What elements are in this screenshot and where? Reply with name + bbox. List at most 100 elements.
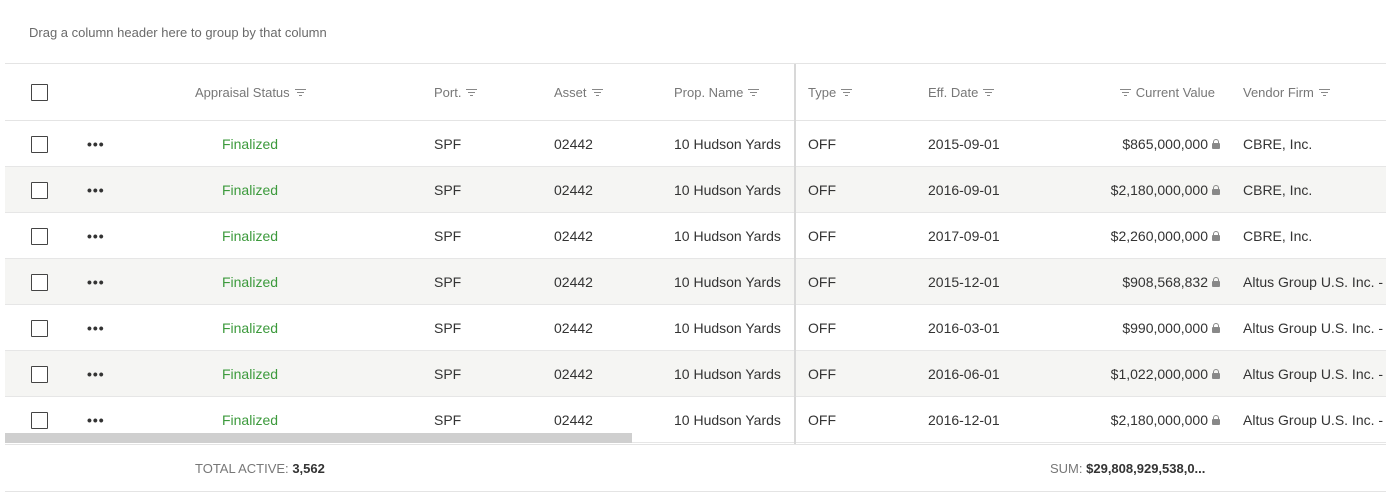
cell-asset: 02442	[554, 274, 593, 290]
lock-icon	[1212, 323, 1220, 333]
more-actions-icon[interactable]: •••	[87, 320, 105, 336]
row-select-cell	[31, 121, 48, 167]
pinned-column-divider[interactable]	[794, 64, 796, 444]
more-actions-icon[interactable]: •••	[87, 366, 105, 382]
header-label: Port.	[434, 85, 462, 100]
cell-current-value: $908,568,832	[1025, 259, 1220, 305]
more-actions-icon[interactable]: •••	[87, 136, 105, 152]
grid-header: Appraisal Status Port. Asset Prop. Name …	[5, 64, 1386, 121]
cell-appraisal-status: Finalized	[221, 228, 279, 244]
row-checkbox[interactable]	[31, 319, 48, 337]
header-prop-name[interactable]: Prop. Name	[674, 64, 760, 121]
header-asset[interactable]: Asset	[554, 64, 603, 121]
cell-appraisal-status: Finalized	[221, 366, 279, 382]
cell-eff-date: 2016-03-01	[928, 320, 1000, 336]
filter-icon[interactable]	[466, 88, 478, 97]
cell-prop-name: 10 Hudson Yards	[674, 228, 781, 244]
current-value-text: $990,000,000	[1122, 320, 1208, 336]
current-value-text: $2,260,000,000	[1110, 228, 1208, 244]
horizontal-scrollbar[interactable]	[5, 433, 632, 443]
header-port[interactable]: Port.	[434, 64, 478, 121]
row-actions-cell: •••	[87, 305, 105, 351]
more-actions-icon[interactable]: •••	[87, 274, 105, 290]
header-label: Prop. Name	[674, 85, 744, 100]
header-appraisal-status[interactable]: Appraisal Status	[195, 64, 306, 121]
more-actions-icon[interactable]: •••	[87, 182, 105, 198]
current-value-text: $2,180,000,000	[1110, 412, 1208, 428]
cell-port: SPF	[434, 182, 462, 198]
cell-port: SPF	[434, 274, 462, 290]
header-label: Type	[808, 85, 837, 100]
cell-type: OFF	[808, 136, 836, 152]
table-row[interactable]: ••• Finalized SPF 02442 10 Hudson Yards OFF 20…	[5, 167, 1386, 213]
header-type[interactable]: Type	[808, 64, 853, 121]
cell-port: SPF	[434, 320, 462, 336]
filter-icon[interactable]	[1318, 88, 1330, 97]
sum-value: $29,808,929,538,0...	[1086, 461, 1206, 476]
header-label: Appraisal Status	[195, 85, 290, 100]
sum-current-value: SUM: $29,808,929,538,0...	[1050, 461, 1205, 476]
cell-prop-name: 10 Hudson Yards	[674, 274, 781, 290]
more-actions-icon[interactable]: •••	[87, 228, 105, 244]
header-eff-date[interactable]: Eff. Date	[928, 64, 995, 121]
row-checkbox[interactable]	[31, 411, 48, 429]
cell-eff-date: 2015-12-01	[928, 274, 1000, 290]
cell-appraisal-status: Finalized	[221, 274, 279, 290]
table-row[interactable]: ••• Finalized SPF 02442 10 Hudson Yards OFF 20…	[5, 213, 1386, 259]
cell-type: OFF	[808, 366, 836, 382]
group-by-panel[interactable]: Drag a column header here to group by th…	[5, 0, 1386, 64]
row-checkbox[interactable]	[31, 273, 48, 291]
row-select-cell	[31, 259, 48, 305]
row-checkbox[interactable]	[31, 181, 48, 199]
table-row[interactable]: ••• Finalized SPF 02442 10 Hudson Yards OFF 20…	[5, 351, 1386, 397]
header-current-value[interactable]: Current Value	[1025, 64, 1215, 121]
cell-eff-date: 2016-12-01	[928, 412, 1000, 428]
current-value-text: $2,180,000,000	[1110, 182, 1208, 198]
header-vendor-firm[interactable]: Vendor Firm	[1243, 64, 1330, 121]
cell-asset: 02442	[554, 320, 593, 336]
cell-vendor-firm: Altus Group U.S. Inc. - N	[1243, 366, 1386, 382]
cell-appraisal-status: Finalized	[221, 182, 279, 198]
header-label: Asset	[554, 85, 587, 100]
cell-appraisal-status: Finalized	[221, 136, 279, 152]
lock-icon	[1212, 415, 1220, 425]
total-active-value: 3,562	[292, 461, 325, 476]
filter-icon[interactable]	[983, 88, 995, 97]
lock-icon	[1212, 369, 1220, 379]
more-actions-icon[interactable]: •••	[87, 412, 105, 428]
cell-type: OFF	[808, 182, 836, 198]
cell-eff-date: 2017-09-01	[928, 228, 1000, 244]
table-row[interactable]: ••• Finalized SPF 02442 10 Hudson Yards OFF 20…	[5, 305, 1386, 351]
cell-type: OFF	[808, 320, 836, 336]
filter-icon[interactable]	[748, 88, 760, 97]
cell-type: OFF	[808, 412, 836, 428]
filter-icon[interactable]	[1119, 88, 1131, 97]
row-select-cell	[31, 213, 48, 259]
row-actions-cell: •••	[87, 213, 105, 259]
cell-eff-date: 2015-09-01	[928, 136, 1000, 152]
table-row[interactable]: ••• Finalized SPF 02442 10 Hudson Yards OFF 20…	[5, 121, 1386, 167]
current-value-text: $1,022,000,000	[1110, 366, 1208, 382]
cell-port: SPF	[434, 366, 462, 382]
cell-asset: 02442	[554, 228, 593, 244]
row-actions-cell: •••	[87, 167, 105, 213]
cell-prop-name: 10 Hudson Yards	[674, 366, 781, 382]
cell-current-value: $990,000,000	[1025, 305, 1220, 351]
appraisal-grid: Appraisal Status Port. Asset Prop. Name …	[5, 64, 1386, 444]
row-checkbox[interactable]	[31, 365, 48, 383]
total-active-label: TOTAL ACTIVE:	[195, 461, 289, 476]
filter-icon[interactable]	[591, 88, 603, 97]
filter-icon[interactable]	[841, 88, 853, 97]
filter-icon[interactable]	[294, 88, 306, 97]
row-checkbox[interactable]	[31, 227, 48, 245]
lock-icon	[1212, 139, 1220, 149]
select-all-checkbox[interactable]	[31, 84, 48, 101]
row-actions-cell: •••	[87, 259, 105, 305]
cell-vendor-firm: Altus Group U.S. Inc. - N	[1243, 412, 1386, 428]
row-actions-cell: •••	[87, 351, 105, 397]
row-checkbox[interactable]	[31, 135, 48, 153]
cell-vendor-firm: Altus Group U.S. Inc. - N	[1243, 320, 1386, 336]
table-row[interactable]: ••• Finalized SPF 02442 10 Hudson Yards OFF 20…	[5, 259, 1386, 305]
row-select-cell	[31, 351, 48, 397]
row-actions-cell: •••	[87, 121, 105, 167]
